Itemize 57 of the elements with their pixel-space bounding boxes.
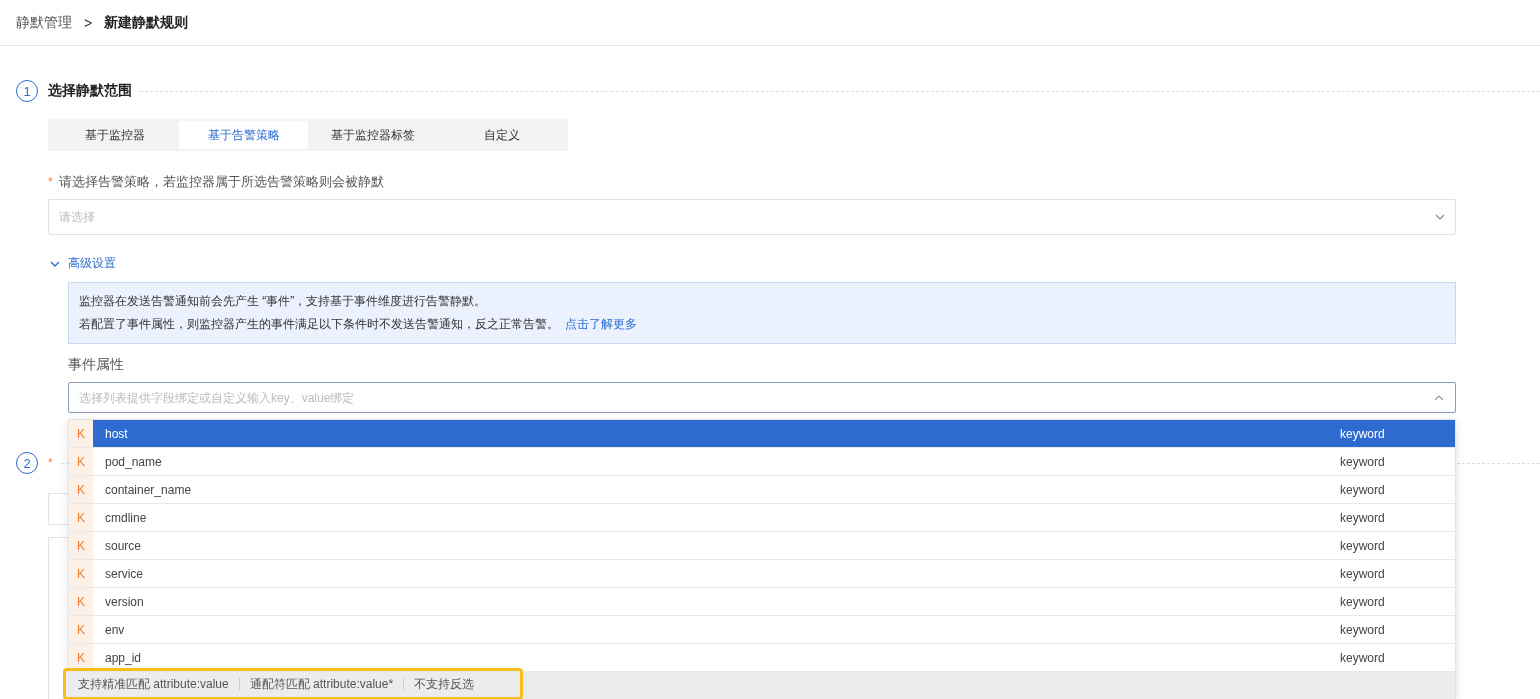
option-type: keyword <box>1340 482 1386 497</box>
hint-text: 支持精准匹配 attribute:value <box>78 675 229 693</box>
chevron-down-icon <box>1435 214 1445 220</box>
chevron-up-icon <box>1434 395 1444 401</box>
advanced-settings-toggle[interactable]: 高级设置 <box>48 255 118 272</box>
field-label: 请选择告警策略，若监控器属于所选告警策略则会被静默 <box>58 174 384 189</box>
hint-text: 通配符匹配 attribute:value* <box>249 675 394 693</box>
chevron-icon <box>50 260 60 267</box>
option-name: service <box>105 566 144 581</box>
info-text: 若配置了事件属性，则监控器产生的事件满足以下条件时不发送告警通知，反之正常告警。 <box>79 316 559 333</box>
type-badge: K <box>69 476 93 503</box>
type-badge: K <box>69 588 93 615</box>
option-type: keyword <box>1340 454 1386 469</box>
option-type: keyword <box>1340 622 1386 637</box>
dropdown-option[interactable]: K container_name keyword <box>69 476 1455 504</box>
info-text: 监控器在发送告警通知前会先产生 “事件”，支持基于事件维度进行告警静默。 <box>79 293 488 310</box>
breadcrumb-separator: > <box>84 14 93 31</box>
required-mark: * <box>48 456 53 470</box>
option-type: keyword <box>1340 566 1386 581</box>
type-badge: K <box>69 448 93 475</box>
option-name: source <box>105 538 143 553</box>
option-type: keyword <box>1340 650 1386 665</box>
tab[interactable]: 基于告警策略 <box>179 121 308 149</box>
type-badge: K <box>69 504 93 531</box>
dropdown-option[interactable]: K version keyword <box>69 588 1455 616</box>
tab[interactable]: 自定义 <box>437 121 566 149</box>
option-type: keyword <box>1340 426 1386 441</box>
page-title: 新建静默规则 <box>104 13 189 32</box>
dropdown-option[interactable]: K service keyword <box>69 560 1455 588</box>
option-type: keyword <box>1340 594 1386 609</box>
dropdown-option[interactable]: K pod_name keyword <box>69 448 1455 476</box>
type-badge: K <box>69 532 93 559</box>
section-title: 选择静默范围 <box>48 82 132 100</box>
hint-text: 不支持反选 <box>414 675 475 693</box>
option-name: app_id <box>105 650 143 665</box>
option-name: env <box>105 622 126 637</box>
dropdown-option[interactable]: K host keyword <box>69 420 1455 448</box>
tab[interactable]: 基于监控器 <box>50 121 179 149</box>
option-name: version <box>105 594 145 609</box>
option-name: pod_name <box>105 454 163 469</box>
tab[interactable]: 基于监控器标签 <box>308 121 437 149</box>
dropdown-option[interactable]: K env keyword <box>69 616 1455 644</box>
event-attribute-input[interactable]: 选择列表提供字段绑定或自定义输入key、value绑定 <box>68 382 1456 413</box>
breadcrumb-link[interactable]: 静默管理 <box>16 13 72 32</box>
field-label: 事件属性 <box>68 356 125 374</box>
type-badge: K <box>69 420 93 447</box>
required-mark: * <box>48 175 53 189</box>
option-name: container_name <box>105 482 193 497</box>
dropdown-option[interactable]: K source keyword <box>69 532 1455 560</box>
option-name: host <box>105 426 129 441</box>
learn-more-link[interactable]: 点击了解更多 <box>565 316 637 333</box>
option-type: keyword <box>1340 538 1386 553</box>
option-name: cmdline <box>105 510 148 525</box>
type-badge: K <box>69 560 93 587</box>
type-badge: K <box>69 616 93 643</box>
dropdown-option[interactable]: K cmdline keyword <box>69 504 1455 532</box>
option-type: keyword <box>1340 510 1386 525</box>
